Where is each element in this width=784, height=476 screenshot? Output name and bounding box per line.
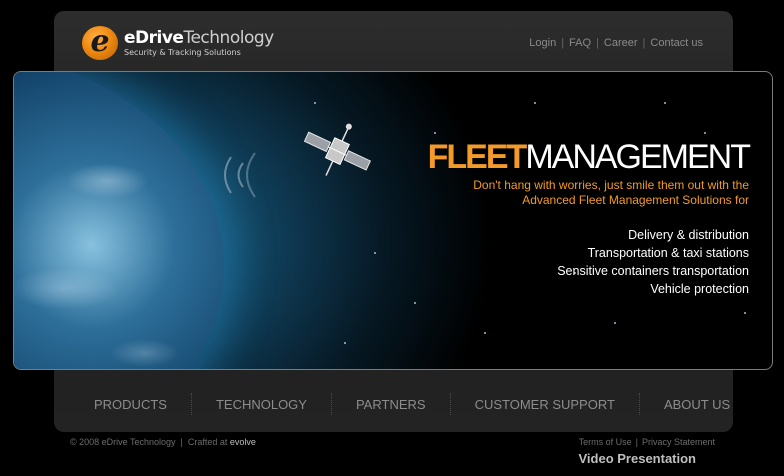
feature-item: Transportation & taxi stations xyxy=(587,246,749,260)
feature-item: Vehicle protection xyxy=(650,282,749,296)
login-link[interactable]: Login xyxy=(529,37,556,49)
video-presentation-link[interactable]: Video Presentation xyxy=(578,451,696,466)
crafted-prefix: Crafted at xyxy=(187,437,228,447)
tagline-line-1: Don't hang with worries, just smile them… xyxy=(473,178,749,192)
logo-e-icon: e xyxy=(82,26,118,60)
tagline-line-2: Advanced Fleet Management Solutions for xyxy=(522,193,749,207)
footer-separator: | xyxy=(635,437,638,447)
feature-list: Delivery & distribution Transportation &… xyxy=(557,226,749,298)
top-nav: Login | FAQ | Career | Contact us xyxy=(529,37,703,49)
hero-banner: FLEETMANAGEMENT Don't hang with worries,… xyxy=(13,71,773,370)
footer-links: Terms of Use | Privacy Statement xyxy=(579,437,715,447)
crafted-by-link[interactable]: evolve xyxy=(230,437,256,447)
nav-separator: | xyxy=(642,37,646,49)
feature-item: Sensitive containers transportation xyxy=(557,264,749,278)
planet-earth-image xyxy=(14,72,224,369)
logo-tagline: Security & Tracking Solutions xyxy=(124,48,241,57)
footer-separator: | xyxy=(180,437,183,447)
logo-text: eDriveTechnology Security & Tracking Sol… xyxy=(124,29,274,57)
logo-name: eDriveTechnology xyxy=(124,29,274,47)
banner-headline: FLEETMANAGEMENT xyxy=(427,138,751,176)
planet-clouds xyxy=(14,72,224,369)
nav-products[interactable]: PRODUCTS xyxy=(70,397,191,412)
contact-us-link[interactable]: Contact us xyxy=(650,37,703,49)
terms-of-use-link[interactable]: Terms of Use xyxy=(579,437,632,447)
feature-item: Delivery & distribution xyxy=(628,228,749,242)
headline-management: MANAGEMENT xyxy=(525,138,751,176)
nav-customer-support[interactable]: CUSTOMER SUPPORT xyxy=(451,397,639,412)
footer-credits: © 2008 eDrive Technology | Crafted at evol… xyxy=(70,437,256,447)
signal-waves-icon xyxy=(224,152,256,198)
nav-partners[interactable]: PARTNERS xyxy=(332,397,450,412)
privacy-statement-link[interactable]: Privacy Statement xyxy=(642,437,715,447)
career-link[interactable]: Career xyxy=(604,37,638,49)
logo-name-bold: eDrive xyxy=(124,28,184,48)
main-nav: PRODUCTS TECHNOLOGY PARTNERS CUSTOMER SU… xyxy=(70,388,730,420)
nav-about-us[interactable]: ABOUT US xyxy=(640,397,754,412)
logo-name-rest: Technology xyxy=(183,28,274,48)
satellite-icon xyxy=(303,123,372,176)
copyright-text: © 2008 eDrive Technology xyxy=(70,437,176,447)
banner-tagline: Don't hang with worries, just smile them… xyxy=(409,178,749,208)
nav-separator: | xyxy=(596,37,599,49)
faq-link[interactable]: FAQ xyxy=(569,37,591,49)
nav-separator: | xyxy=(561,37,565,49)
headline-fleet: FLEET xyxy=(427,138,528,176)
site-logo[interactable]: e eDriveTechnology Security & Tracking S… xyxy=(82,23,274,63)
nav-technology[interactable]: TECHNOLOGY xyxy=(192,397,331,412)
